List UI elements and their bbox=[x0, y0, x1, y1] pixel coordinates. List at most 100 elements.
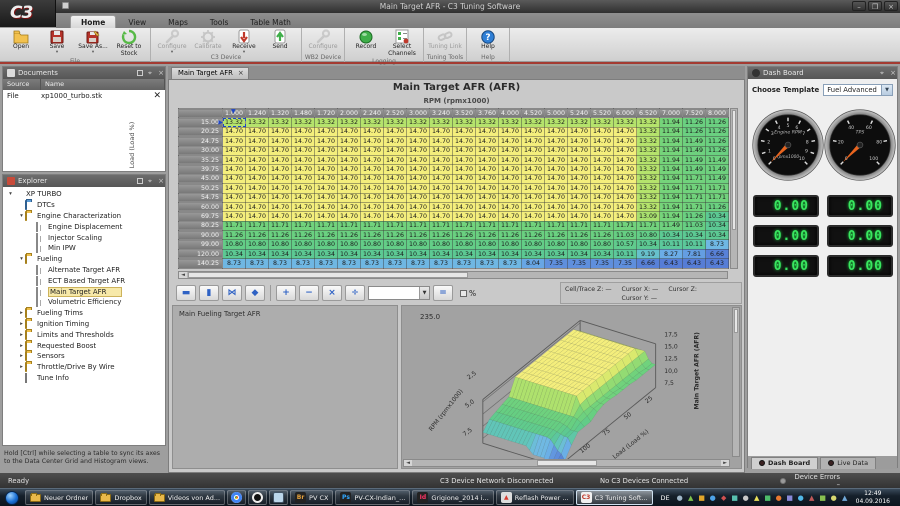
rpm-header-cell[interactable]: 7.000 bbox=[660, 109, 683, 118]
afr-cell[interactable]: 13.32 bbox=[637, 202, 660, 211]
afr-cell[interactable]: 10.11 bbox=[614, 249, 637, 258]
afr-cell[interactable]: 14.70 bbox=[361, 202, 384, 211]
rpm-header-cell[interactable]: 5.520 bbox=[591, 109, 614, 118]
afr-cell[interactable]: 14.70 bbox=[361, 174, 384, 183]
table-tool-6-button[interactable]: − bbox=[299, 285, 319, 301]
tree-item-ignition-timing[interactable]: ▸Ignition Timing bbox=[3, 319, 165, 330]
afr-cell[interactable]: 11.26 bbox=[499, 231, 522, 240]
afr-cell[interactable]: 14.70 bbox=[407, 146, 430, 155]
afr-cell[interactable]: 14.70 bbox=[568, 212, 591, 221]
afr-cell[interactable]: 14.70 bbox=[476, 155, 499, 164]
afr-cell[interactable]: 13.32 bbox=[545, 118, 568, 127]
afr-cell[interactable]: 14.70 bbox=[568, 155, 591, 164]
afr-cell[interactable]: 14.70 bbox=[614, 184, 637, 193]
table-tool-4-button[interactable]: ◆ bbox=[245, 285, 265, 301]
tray-icon-13[interactable]: ▲ bbox=[807, 493, 817, 503]
tab-maps[interactable]: Maps bbox=[158, 16, 198, 28]
afr-cell[interactable]: 14.70 bbox=[246, 193, 269, 202]
afr-cell[interactable]: 14.70 bbox=[361, 212, 384, 221]
afr-cell[interactable]: 13.32 bbox=[568, 118, 591, 127]
tray-icon-16[interactable]: ▲ bbox=[840, 493, 850, 503]
afr-cell[interactable]: 14.70 bbox=[315, 193, 338, 202]
afr-cell[interactable]: 14.70 bbox=[476, 193, 499, 202]
afr-cell[interactable]: 10.34 bbox=[407, 249, 430, 258]
afr-cell[interactable]: 11.71 bbox=[499, 221, 522, 230]
afr-cell[interactable]: 14.70 bbox=[430, 155, 453, 164]
taskbar-app-pv-cx[interactable]: BrPV CX bbox=[290, 490, 333, 505]
tray-icon-11[interactable]: ■ bbox=[785, 493, 795, 503]
afr-cell[interactable]: 14.70 bbox=[338, 174, 361, 183]
afr-cell[interactable]: 14.70 bbox=[476, 174, 499, 183]
tray-icon-15[interactable]: ● bbox=[829, 493, 839, 503]
afr-cell[interactable]: 14.70 bbox=[246, 146, 269, 155]
afr-cell[interactable]: 13.32 bbox=[637, 137, 660, 146]
expander-icon[interactable]: ▸ bbox=[18, 332, 25, 338]
afr-cell[interactable]: 11.94 bbox=[660, 174, 683, 183]
document-row[interactable]: File xp1000_turbo.stk ✕ bbox=[3, 90, 165, 102]
table-tool-7-button[interactable]: × bbox=[322, 285, 342, 301]
afr-cell[interactable]: 14.70 bbox=[522, 202, 545, 211]
afr-cell[interactable]: 8.73 bbox=[338, 259, 361, 268]
afr-cell[interactable]: 11.71 bbox=[223, 221, 246, 230]
afr-cell[interactable]: 14.70 bbox=[591, 165, 614, 174]
afr-cell[interactable]: 14.70 bbox=[453, 193, 476, 202]
panel-close-icon[interactable]: × bbox=[157, 69, 165, 77]
afr-cell[interactable]: 11.03 bbox=[683, 221, 706, 230]
rpm-header-cell[interactable]: 5.240 bbox=[568, 109, 591, 118]
afr-cell[interactable]: 14.70 bbox=[591, 127, 614, 136]
expander-icon[interactable]: ▸ bbox=[18, 310, 25, 316]
afr-cell[interactable]: 13.32 bbox=[522, 118, 545, 127]
afr-cell[interactable]: 14.70 bbox=[453, 202, 476, 211]
rpm-header-cell[interactable]: 1.240 bbox=[246, 109, 269, 118]
afr-cell[interactable]: 10.80 bbox=[568, 240, 591, 249]
quick-access-icon[interactable] bbox=[62, 2, 69, 9]
afr-cell[interactable]: 10.34 bbox=[522, 249, 545, 258]
afr-cell[interactable]: 14.70 bbox=[407, 212, 430, 221]
afr-cell[interactable]: 14.70 bbox=[453, 212, 476, 221]
tree-item-engine-displacement[interactable]: Engine Displacement bbox=[3, 221, 165, 232]
afr-cell[interactable]: 14.70 bbox=[292, 127, 315, 136]
afr-cell[interactable]: 11.71 bbox=[545, 221, 568, 230]
afr-cell[interactable]: 13.32 bbox=[223, 118, 246, 127]
afr-cell[interactable]: 14.70 bbox=[315, 137, 338, 146]
afr-cell[interactable]: 8.73 bbox=[292, 259, 315, 268]
afr-cell[interactable]: 10.34 bbox=[568, 249, 591, 258]
afr-cell[interactable]: 14.70 bbox=[223, 155, 246, 164]
tree-item-requested-boost[interactable]: ▸Requested Boost bbox=[3, 340, 165, 351]
afr-cell[interactable]: 11.49 bbox=[706, 155, 729, 164]
afr-cell[interactable]: 14.70 bbox=[545, 137, 568, 146]
afr-cell[interactable]: 10.80 bbox=[637, 231, 660, 240]
maximize-button[interactable]: ❒ bbox=[868, 1, 882, 11]
afr-cell[interactable]: 14.70 bbox=[269, 202, 292, 211]
afr-cell[interactable]: 11.71 bbox=[706, 184, 729, 193]
afr-cell[interactable]: 14.70 bbox=[568, 127, 591, 136]
tray-icon-12[interactable]: ● bbox=[796, 493, 806, 503]
afr-cell[interactable]: 13.32 bbox=[476, 118, 499, 127]
load-header-cell[interactable]: 80.25 bbox=[179, 221, 223, 230]
calibrate-button[interactable]: Calibrate bbox=[191, 29, 225, 51]
template-select[interactable]: Fuel Advanced ▼ bbox=[823, 84, 893, 96]
afr-cell[interactable]: 14.70 bbox=[522, 137, 545, 146]
afr-cell[interactable]: 11.71 bbox=[614, 221, 637, 230]
afr-cell[interactable]: 13.32 bbox=[614, 118, 637, 127]
afr-cell[interactable]: 14.70 bbox=[614, 127, 637, 136]
document-close-icon[interactable]: ✕ bbox=[153, 91, 161, 101]
afr-cell[interactable]: 10.80 bbox=[223, 240, 246, 249]
afr-cell[interactable]: 11.03 bbox=[614, 231, 637, 240]
afr-cell[interactable]: 14.70 bbox=[246, 137, 269, 146]
afr-cell[interactable]: 13.32 bbox=[453, 118, 476, 127]
afr-cell[interactable]: 14.70 bbox=[407, 174, 430, 183]
afr-cell[interactable]: 14.70 bbox=[269, 174, 292, 183]
afr-cell[interactable]: 11.26 bbox=[683, 118, 706, 127]
afr-cell[interactable]: 13.32 bbox=[430, 118, 453, 127]
afr-cell[interactable]: 14.70 bbox=[361, 127, 384, 136]
afr-cell[interactable]: 14.70 bbox=[338, 137, 361, 146]
afr-cell[interactable]: 14.70 bbox=[476, 137, 499, 146]
value-combo[interactable]: ▼ bbox=[368, 286, 430, 300]
afr-cell[interactable]: 14.70 bbox=[522, 174, 545, 183]
tree-item-volumetric-efficiency[interactable]: Volumetric Efficiency bbox=[3, 297, 165, 308]
afr-cell[interactable]: 14.70 bbox=[476, 184, 499, 193]
tree-item-fueling[interactable]: ▾Fueling bbox=[3, 254, 165, 265]
rpm-header-cell[interactable]: 3.240 bbox=[430, 109, 453, 118]
tray-icon-10[interactable]: ● bbox=[774, 493, 784, 503]
